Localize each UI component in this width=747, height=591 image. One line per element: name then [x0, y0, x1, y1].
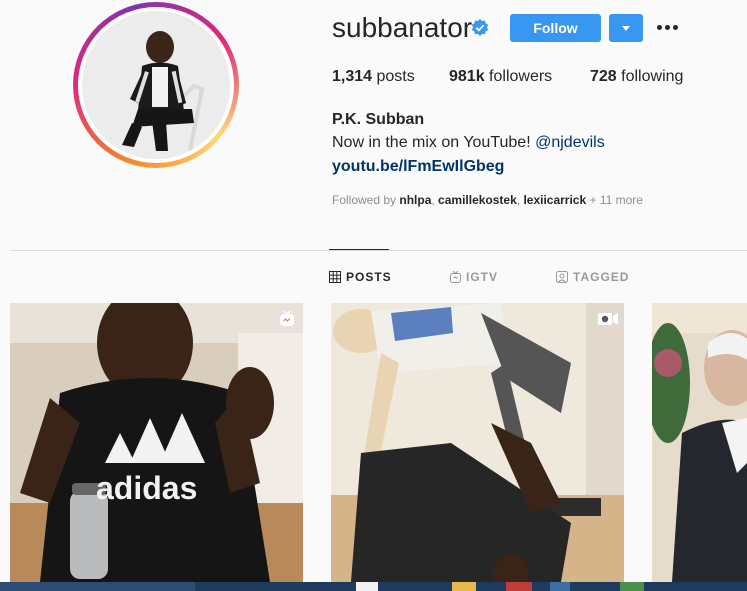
tab-posts[interactable]: POSTS — [329, 270, 392, 284]
followed-by-prefix: Followed by — [332, 193, 400, 207]
post-thumbnail[interactable] — [652, 303, 747, 582]
igtv-badge-icon — [280, 311, 294, 326]
taskbar-segment — [0, 582, 195, 591]
followed-by-user[interactable]: camillekostek — [438, 193, 517, 207]
suggested-accounts-dropdown-button[interactable] — [609, 14, 643, 42]
posts-count: 1,314 — [332, 68, 373, 85]
profile-avatar-ring[interactable] — [73, 2, 239, 168]
more-options-icon[interactable] — [656, 16, 680, 36]
dot — [665, 25, 670, 30]
profile-full-name: P.K. Subban — [332, 111, 425, 128]
post-image — [331, 303, 624, 582]
follow-button[interactable]: Follow — [510, 14, 601, 42]
taskbar-app-icon[interactable] — [356, 582, 378, 591]
posts-label: posts — [376, 68, 415, 85]
bio-mention-link[interactable]: @njdevils — [535, 134, 605, 151]
profile-website-link[interactable]: youtu.be/lFmEwIlGbeg — [332, 158, 504, 176]
followers-stat[interactable]: 981k followers — [449, 68, 552, 86]
tab-igtv-label: IGTV — [466, 270, 499, 284]
following-stat[interactable]: 728 following — [590, 68, 683, 86]
taskbar-app-icon[interactable] — [620, 582, 644, 591]
avatar[interactable] — [82, 11, 230, 159]
followed-by-user[interactable]: nhlpa — [399, 193, 431, 207]
grid-icon — [329, 271, 341, 283]
dot — [657, 25, 662, 30]
dot — [673, 25, 678, 30]
followers-label: followers — [489, 68, 553, 85]
profile-bio: Now in the mix on YouTube! @njdevils — [332, 134, 605, 152]
post-thumbnail[interactable] — [331, 303, 624, 582]
followed-by-text[interactable]: Followed by nhlpa, camillekostek, lexiic… — [332, 193, 643, 207]
post-thumbnail[interactable]: adidas — [10, 303, 303, 582]
avatar-photo — [82, 11, 230, 159]
shirt-logo-text: adidas — [96, 470, 197, 506]
taskbar-app-icon[interactable] — [452, 582, 476, 591]
taskbar-app-icon[interactable] — [506, 582, 532, 591]
profile-username: subbanator — [332, 12, 473, 43]
tabs-divider — [10, 250, 747, 251]
video-camera-icon — [598, 313, 618, 325]
igtv-icon — [450, 270, 461, 283]
avatar-border — [78, 7, 234, 163]
following-count: 728 — [590, 68, 617, 85]
followed-by-user[interactable]: lexiicarrick — [523, 193, 586, 207]
verified-badge-icon — [471, 19, 489, 36]
taskbar-app-icon[interactable] — [550, 582, 570, 591]
tag-icon — [556, 271, 568, 283]
tab-igtv[interactable]: IGTV — [450, 270, 498, 284]
followers-count: 981k — [449, 68, 485, 85]
following-label: following — [621, 68, 684, 85]
followed-by-more: + 11 more — [586, 193, 643, 207]
tab-tagged[interactable]: TAGGED — [556, 270, 629, 284]
tab-posts-label: POSTS — [346, 270, 392, 284]
tab-tagged-label: TAGGED — [573, 270, 630, 284]
bio-text: Now in the mix on YouTube! — [332, 134, 536, 151]
post-image: adidas — [10, 303, 303, 582]
post-image — [652, 303, 747, 582]
posts-count-stat: 1,314 posts — [332, 68, 415, 86]
os-taskbar — [0, 582, 747, 591]
active-tab-indicator — [329, 249, 389, 250]
